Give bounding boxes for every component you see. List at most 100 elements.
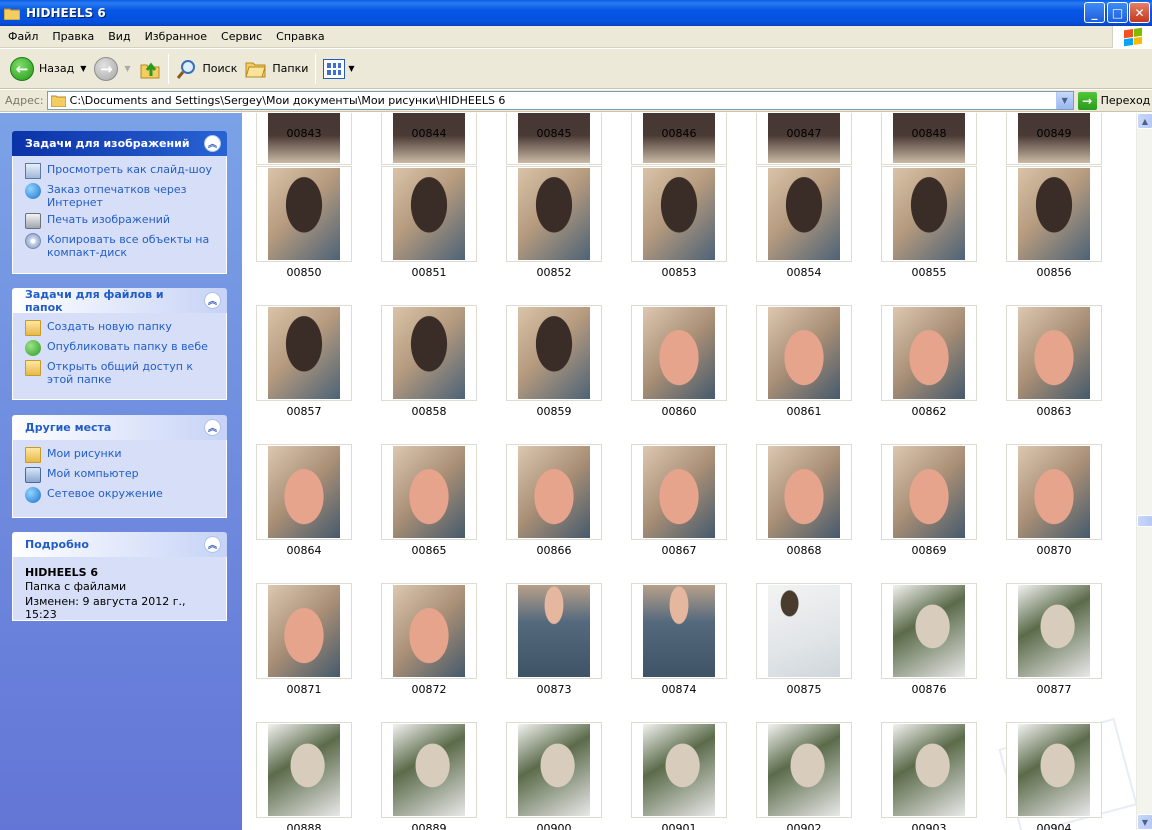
thumbnail-filename[interactable]: 00875: [756, 683, 852, 696]
thumbnail-filename[interactable]: 00850: [256, 266, 352, 279]
scroll-up-button[interactable]: ▲: [1137, 113, 1152, 129]
menu-help[interactable]: Справка: [269, 30, 331, 43]
thumbnail-filename[interactable]: 00858: [381, 405, 477, 418]
image-thumbnail[interactable]: [256, 722, 352, 818]
thumbnail-filename[interactable]: 00857: [256, 405, 352, 418]
thumbnail-filename[interactable]: 00846: [631, 127, 727, 140]
file-tasks-header[interactable]: Задачи для файлов и папок ︽: [12, 288, 227, 314]
image-thumbnail[interactable]: [506, 444, 602, 540]
image-thumbnail[interactable]: [1006, 583, 1102, 679]
thumbnail-filename[interactable]: 00859: [506, 405, 602, 418]
address-input[interactable]: C:\Documents and Settings\Sergey\Мои док…: [46, 91, 1074, 110]
up-folder-button[interactable]: [135, 52, 165, 86]
image-thumbnail[interactable]: [381, 305, 477, 401]
thumbnail-filename[interactable]: 00863: [1006, 405, 1102, 418]
image-tasks-header[interactable]: Задачи для изображений ︽: [12, 131, 227, 156]
address-dropdown-icon[interactable]: ▼: [1055, 92, 1073, 109]
image-thumbnail[interactable]: [256, 444, 352, 540]
thumbnail-filename[interactable]: 00849: [1006, 127, 1102, 140]
scroll-down-button[interactable]: ▼: [1137, 814, 1152, 830]
thumbnail-filename[interactable]: 00904: [1006, 822, 1102, 830]
thumbnail-view[interactable]: 00843 00844 00845 00846 00847 00848 00849 00850…: [242, 113, 1136, 830]
image-thumbnail[interactable]: [1006, 305, 1102, 401]
forward-dropdown-icon[interactable]: ▼: [124, 64, 130, 73]
thumbnail-filename[interactable]: 00876: [881, 683, 977, 696]
task-order-prints[interactable]: Заказ отпечатков через Интернет: [25, 183, 218, 209]
image-thumbnail[interactable]: [506, 722, 602, 818]
image-thumbnail[interactable]: [881, 722, 977, 818]
image-thumbnail[interactable]: [1006, 166, 1102, 262]
thumbnail-filename[interactable]: 00889: [381, 822, 477, 830]
image-thumbnail[interactable]: [506, 583, 602, 679]
image-thumbnail[interactable]: [381, 166, 477, 262]
thumbnail-filename[interactable]: 00866: [506, 544, 602, 557]
thumbnail-filename[interactable]: 00854: [756, 266, 852, 279]
collapse-chevron-icon[interactable]: ︽: [204, 292, 221, 309]
thumbnail-filename[interactable]: 00855: [881, 266, 977, 279]
task-copy-to-cd[interactable]: Копировать все объекты на компакт-диск: [25, 233, 218, 259]
image-thumbnail[interactable]: [1006, 444, 1102, 540]
task-slideshow[interactable]: Просмотреть как слайд-шоу: [25, 163, 218, 179]
thumbnail-filename[interactable]: 00845: [506, 127, 602, 140]
task-publish-web[interactable]: Опубликовать папку в вебе: [25, 340, 218, 356]
thumbnail-filename[interactable]: 00900: [506, 822, 602, 830]
thumbnail-filename[interactable]: 00888: [256, 822, 352, 830]
image-thumbnail[interactable]: [881, 305, 977, 401]
thumbnail-filename[interactable]: 00860: [631, 405, 727, 418]
thumbnail-filename[interactable]: 00864: [256, 544, 352, 557]
thumbnail-filename[interactable]: 00856: [1006, 266, 1102, 279]
thumbnail-filename[interactable]: 00851: [381, 266, 477, 279]
image-thumbnail[interactable]: [381, 583, 477, 679]
scroll-thumb[interactable]: [1137, 515, 1152, 527]
back-dropdown-icon[interactable]: ▼: [80, 64, 86, 73]
image-thumbnail[interactable]: [881, 583, 977, 679]
thumbnail-filename[interactable]: 00872: [381, 683, 477, 696]
details-header[interactable]: Подробно ︽: [12, 532, 227, 557]
back-button[interactable]: ← Назад ▼: [6, 52, 90, 86]
image-thumbnail[interactable]: [256, 305, 352, 401]
collapse-chevron-icon[interactable]: ︽: [204, 536, 221, 553]
close-button[interactable]: ✕: [1129, 2, 1150, 23]
thumbnail-filename[interactable]: 00848: [881, 127, 977, 140]
thumbnail-filename[interactable]: 00868: [756, 544, 852, 557]
views-button[interactable]: ▼: [319, 52, 358, 86]
image-thumbnail[interactable]: [881, 166, 977, 262]
image-thumbnail[interactable]: [881, 444, 977, 540]
image-thumbnail[interactable]: [631, 444, 727, 540]
image-thumbnail[interactable]: [631, 305, 727, 401]
thumbnail-filename[interactable]: 00871: [256, 683, 352, 696]
image-thumbnail[interactable]: [631, 722, 727, 818]
task-new-folder[interactable]: Создать новую папку: [25, 320, 218, 336]
other-places-header[interactable]: Другие места ︽: [12, 415, 227, 440]
thumbnail-filename[interactable]: 00903: [881, 822, 977, 830]
thumbnail-filename[interactable]: 00867: [631, 544, 727, 557]
image-thumbnail[interactable]: [256, 166, 352, 262]
go-button[interactable]: → Переход: [1077, 91, 1150, 110]
task-share-folder[interactable]: Открыть общий доступ к этой папке: [25, 360, 218, 386]
image-thumbnail[interactable]: [756, 583, 852, 679]
folders-button[interactable]: Папки: [241, 52, 312, 86]
image-thumbnail[interactable]: [756, 722, 852, 818]
image-thumbnail[interactable]: [256, 583, 352, 679]
search-button[interactable]: Поиск: [172, 52, 242, 86]
thumbnail-filename[interactable]: 00852: [506, 266, 602, 279]
thumbnail-filename[interactable]: 00874: [631, 683, 727, 696]
image-thumbnail[interactable]: [756, 166, 852, 262]
thumbnail-filename[interactable]: 00873: [506, 683, 602, 696]
thumbnail-filename[interactable]: 00843: [256, 127, 352, 140]
place-network[interactable]: Сетевое окружение: [25, 487, 218, 503]
thumbnail-filename[interactable]: 00853: [631, 266, 727, 279]
image-thumbnail[interactable]: [1006, 722, 1102, 818]
menu-view[interactable]: Вид: [101, 30, 137, 43]
minimize-button[interactable]: _: [1084, 2, 1105, 23]
image-thumbnail[interactable]: [506, 166, 602, 262]
forward-button[interactable]: → ▼: [90, 52, 134, 86]
thumbnail-filename[interactable]: 00877: [1006, 683, 1102, 696]
thumbnail-filename[interactable]: 00862: [881, 405, 977, 418]
menu-favorites[interactable]: Избранное: [138, 30, 214, 43]
image-thumbnail[interactable]: [631, 583, 727, 679]
thumbnail-filename[interactable]: 00844: [381, 127, 477, 140]
task-print-images[interactable]: Печать изображений: [25, 213, 218, 229]
vertical-scrollbar[interactable]: ▲ ▼: [1136, 113, 1152, 830]
collapse-chevron-icon[interactable]: ︽: [204, 419, 221, 436]
